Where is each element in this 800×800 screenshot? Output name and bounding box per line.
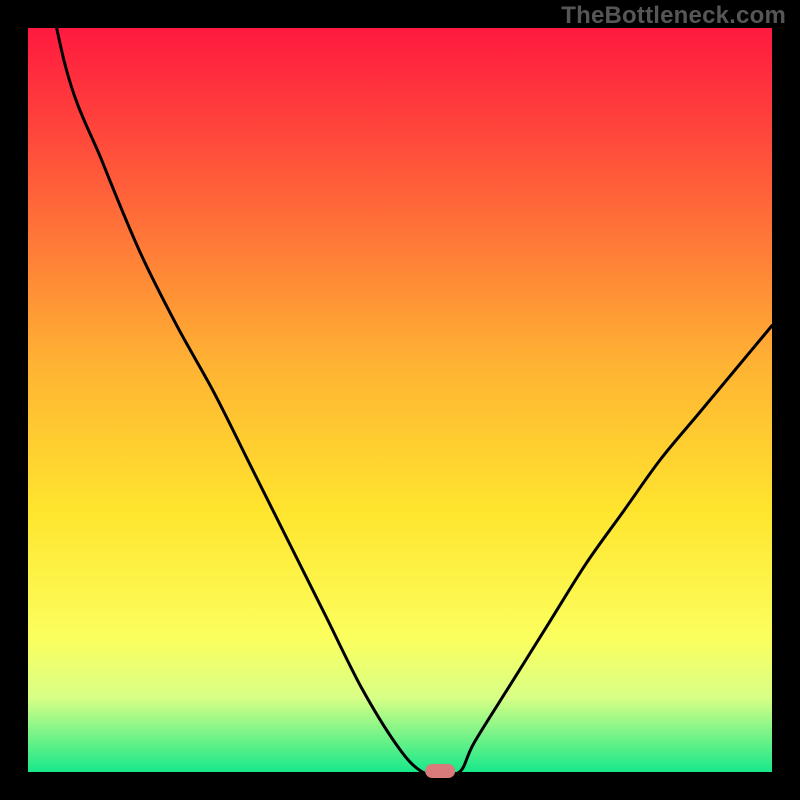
chart-canvas <box>0 0 800 800</box>
watermark-text: TheBottleneck.com <box>561 2 786 30</box>
optimum-marker <box>425 764 455 778</box>
gradient-background <box>28 28 772 772</box>
chart-frame: TheBottleneck.com <box>0 0 800 800</box>
